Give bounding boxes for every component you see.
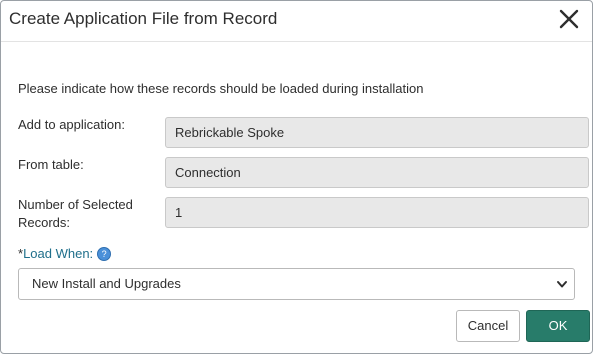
create-app-file-dialog: Create Application File from Record Plea… — [0, 0, 593, 354]
load-when-selected-value: New Install and Upgrades — [32, 276, 181, 291]
close-icon[interactable] — [558, 8, 580, 30]
load-when-label-group: * Load When: ? — [18, 246, 112, 261]
help-icon[interactable]: ? — [97, 246, 112, 261]
add-to-application-label: Add to application: — [18, 117, 125, 132]
load-when-label: Load When: — [23, 246, 94, 261]
number-selected-records-label: Number of Selected Records: — [18, 197, 133, 230]
load-when-select[interactable]: New Install and Upgrades — [18, 268, 575, 300]
chevron-down-icon — [557, 281, 567, 288]
intro-text: Please indicate how these records should… — [18, 81, 424, 96]
number-selected-records-field: 1 — [165, 197, 589, 228]
dialog-title: Create Application File from Record — [9, 9, 278, 28]
ok-button[interactable]: OK — [526, 310, 590, 342]
dialog-header: Create Application File from Record — [1, 1, 592, 42]
cancel-button[interactable]: Cancel — [456, 310, 520, 342]
add-to-application-field: Rebrickable Spoke — [165, 117, 589, 148]
from-table-field: Connection — [165, 157, 589, 188]
from-table-label: From table: — [18, 157, 84, 172]
